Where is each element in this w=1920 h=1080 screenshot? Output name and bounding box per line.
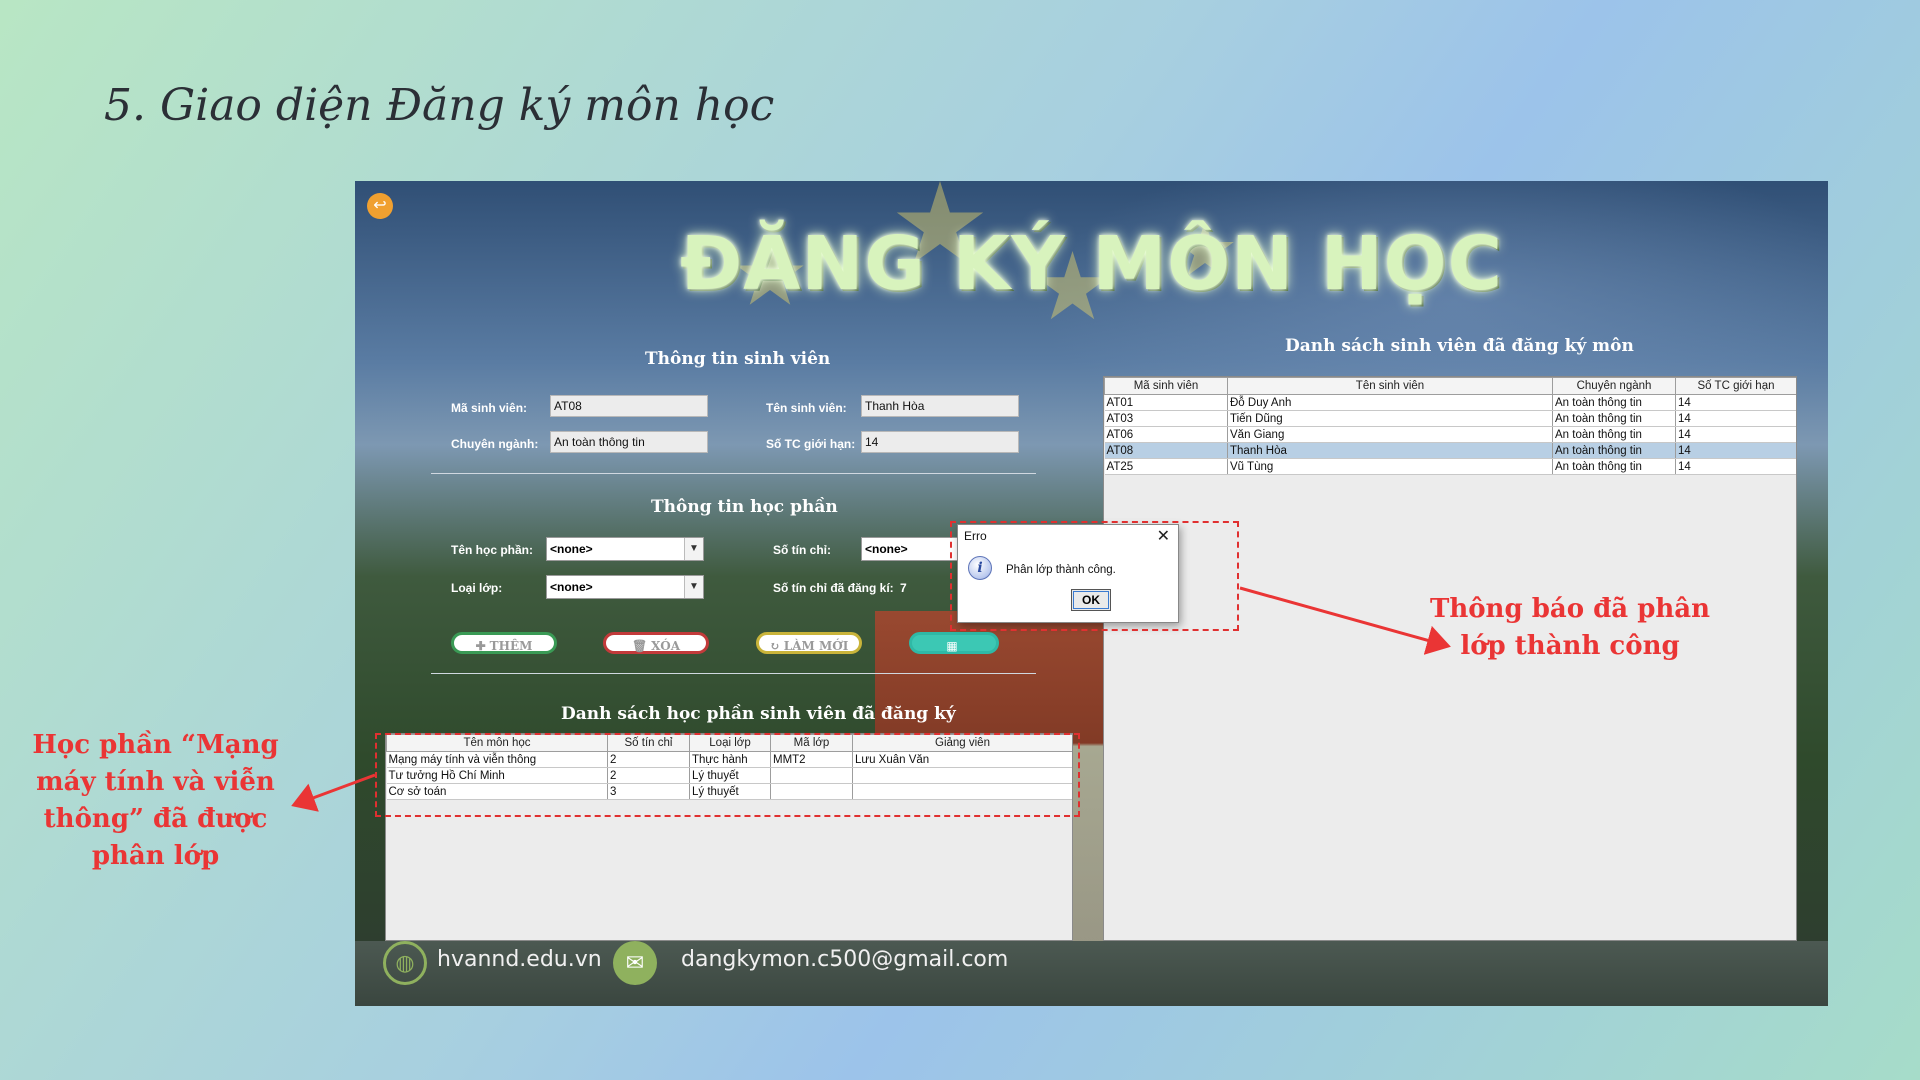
table-cell: An toàn thông tin xyxy=(1552,458,1676,475)
chuyen-nganh-label: Chuyên ngành: xyxy=(451,437,539,451)
ten-hp-select[interactable]: <none> ▼ xyxy=(546,537,704,561)
so-tin-chi-select[interactable]: <none> xyxy=(861,537,961,561)
ten-sv-field[interactable] xyxy=(861,395,1019,417)
footer-email[interactable]: dangkymon.c500@gmail.com xyxy=(681,947,1008,972)
ten-sv-label: Tên sinh viên: xyxy=(766,401,847,415)
table-cell: An toàn thông tin xyxy=(1552,410,1676,427)
footer-website[interactable]: hvannd.edu.vn xyxy=(437,947,602,972)
so-tc-field[interactable] xyxy=(861,431,1019,453)
registered-courses-heading: Danh sách học phần sinh viên đã đăng ký xyxy=(561,704,956,724)
them-label: THÊM xyxy=(489,639,533,653)
plus-icon: ✚ xyxy=(475,639,486,653)
so-tc-dk-label: Số tín chỉ đã đăng kí: xyxy=(773,581,894,595)
table-cell: Thanh Hòa xyxy=(1227,442,1553,459)
chevron-down-icon[interactable]: ▼ xyxy=(684,538,703,560)
student-info-heading: Thông tin sinh viên xyxy=(645,349,831,369)
chevron-down-icon[interactable]: ▼ xyxy=(684,576,703,598)
loai-lop-label: Loại lớp: xyxy=(451,581,503,595)
ma-sv-field[interactable] xyxy=(550,395,708,417)
ten-hp-value: <none> xyxy=(550,542,593,556)
loai-lop-select[interactable]: <none> ▼ xyxy=(546,575,704,599)
table-cell: An toàn thông tin xyxy=(1552,394,1676,411)
column-header[interactable]: Số TC giới hạn xyxy=(1675,377,1796,395)
table-cell: AT03 xyxy=(1104,410,1228,427)
lam-moi-label: LÀM MỚI xyxy=(783,639,849,653)
so-tin-chi-value: <none> xyxy=(865,542,908,556)
chuyen-nganh-field[interactable] xyxy=(550,431,708,453)
refresh-icon: ↻ xyxy=(769,639,780,653)
table-cell: 14 xyxy=(1675,394,1796,411)
table-cell: An toàn thông tin xyxy=(1552,426,1676,443)
divider xyxy=(431,473,1036,474)
lam-moi-button[interactable]: ↻ LÀM MỚI xyxy=(756,632,862,654)
app-title: ĐĂNG KÝ MÔN HỌC xyxy=(680,221,1503,307)
back-button[interactable]: ↩ xyxy=(367,193,393,219)
table-cell: AT01 xyxy=(1104,394,1228,411)
save-button[interactable]: ▦ xyxy=(909,632,999,654)
xoa-button[interactable]: 🗑 XÓA xyxy=(603,632,709,654)
highlight-box xyxy=(950,521,1239,631)
xoa-label: XÓA xyxy=(651,639,681,653)
so-tc-label: Số TC giới hạn: xyxy=(766,437,856,451)
left-annotation: Học phần “Mạng máy tính và viễn thông” đ… xyxy=(32,730,279,871)
table-row[interactable]: AT25 Vũ Tùng An toàn thông tin 14 xyxy=(1104,458,1796,475)
table-cell: Đỗ Duy Anh xyxy=(1227,394,1553,411)
registered-students-table: Mã sinh viên Tên sinh viên Chuyên ngành Số … xyxy=(1104,377,1796,475)
column-header[interactable]: Mã sinh viên xyxy=(1104,377,1228,395)
table-cell: AT08 xyxy=(1104,442,1228,459)
save-icon: ▦ xyxy=(946,639,958,653)
back-arrow-icon: ↩ xyxy=(373,197,387,214)
table-cell: Vũ Tùng xyxy=(1227,458,1553,475)
globe-icon: ◍ xyxy=(383,941,427,985)
table-cell: 14 xyxy=(1675,458,1796,475)
column-header[interactable]: Chuyên ngành xyxy=(1552,377,1676,395)
table-cell: 14 xyxy=(1675,442,1796,459)
table-cell: Văn Giang xyxy=(1227,426,1553,443)
table-cell: Tiến Dũng xyxy=(1227,410,1553,427)
ten-hp-label: Tên học phần: xyxy=(451,543,533,557)
table-cell: 14 xyxy=(1675,410,1796,427)
table-cell: An toàn thông tin xyxy=(1552,442,1676,459)
them-button[interactable]: ✚ THÊM xyxy=(451,632,557,654)
trash-icon: 🗑 xyxy=(631,639,648,653)
right-annotation: Thông báo đã phân lớp thành công xyxy=(1429,594,1711,661)
loai-lop-value: <none> xyxy=(550,580,593,594)
column-header[interactable]: Tên sinh viên xyxy=(1227,377,1553,395)
registered-students-heading: Danh sách sinh viên đã đăng ký môn xyxy=(1285,336,1634,356)
divider xyxy=(431,673,1036,674)
table-row[interactable]: AT01 Đỗ Duy Anh An toàn thông tin 14 xyxy=(1104,394,1796,411)
table-row[interactable]: AT03 Tiến Dũng An toàn thông tin 14 xyxy=(1104,410,1796,427)
table-row[interactable]: AT06 Văn Giang An toàn thông tin 14 xyxy=(1104,426,1796,443)
ma-sv-label: Mã sinh viên: xyxy=(451,401,528,415)
so-tin-chi-label: Số tín chỉ: xyxy=(773,543,831,557)
table-cell: 14 xyxy=(1675,426,1796,443)
table-cell: AT06 xyxy=(1104,426,1228,443)
course-info-heading: Thông tin học phần xyxy=(651,497,838,517)
slide-title: 5. Giao diện Đăng ký môn học xyxy=(104,80,775,131)
table-row[interactable]: AT08 Thanh Hòa An toàn thông tin 14 xyxy=(1104,442,1796,459)
so-tc-dk-value: 7 xyxy=(900,581,907,595)
email-icon: ✉ xyxy=(613,941,657,985)
table-cell: AT25 xyxy=(1104,458,1228,475)
highlight-box xyxy=(375,733,1080,817)
